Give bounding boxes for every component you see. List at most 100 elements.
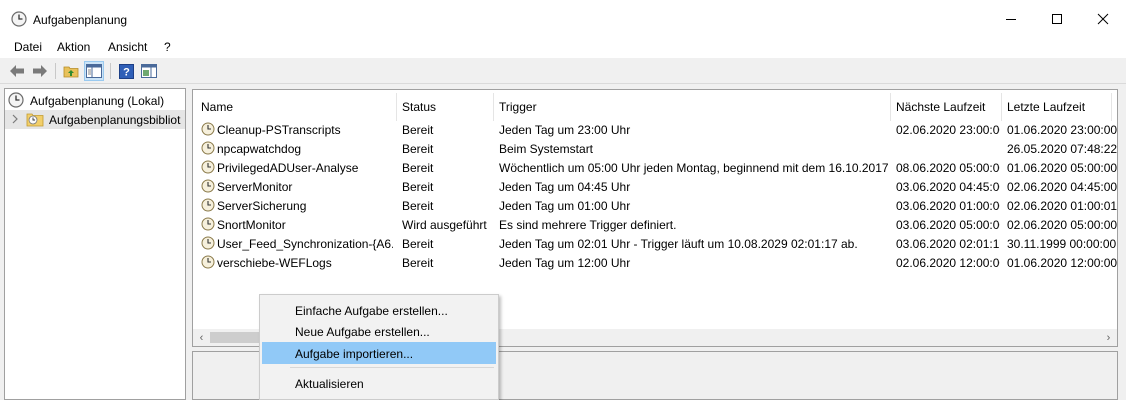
toolbar: ?	[0, 58, 1126, 84]
back-button[interactable]	[7, 61, 27, 81]
title-bar: Aufgabenplanung	[0, 0, 1126, 38]
table-row[interactable]: Cleanup-PSTranscripts Bereit Jeden Tag um …	[193, 120, 1117, 139]
cell-trigger: Jeden Tag um 23:00 Uhr	[499, 123, 631, 137]
task-clock-icon	[201, 255, 215, 272]
task-scheduler-clock-icon	[11, 11, 27, 27]
task-clock-icon	[201, 198, 215, 215]
cell-name: PrivilegedADUser-Analyse	[217, 161, 359, 175]
scroll-left-arrow-icon[interactable]: ‹	[193, 329, 210, 346]
cell-last-run: 01.06.2020 05:00:00	[1007, 161, 1117, 175]
close-icon	[1097, 13, 1109, 25]
help-button[interactable]: ?	[116, 61, 136, 81]
tree-item-root[interactable]: Aufgabenplanung (Lokal)	[5, 91, 185, 110]
cell-next-run: 03.06.2020 01:00:00	[896, 199, 1000, 213]
cell-last-run: 01.06.2020 23:00:00	[1007, 123, 1117, 137]
cell-status: Bereit	[402, 161, 434, 175]
menu-item-import-task[interactable]: Aufgabe importieren...	[262, 342, 496, 364]
maximize-icon	[1052, 14, 1062, 24]
menu-item-label: Aufgabe importieren...	[295, 347, 414, 361]
menu-item-refresh[interactable]: Aktualisieren	[262, 372, 496, 394]
chevron-right-icon[interactable]	[11, 113, 19, 128]
show-hide-console-tree-button[interactable]	[84, 61, 104, 81]
context-menu: Einfache Aufgabe erstellen... Neue Aufga…	[259, 294, 499, 400]
cell-next-run: 03.06.2020 05:00:00	[896, 218, 1000, 232]
menu-bar: Datei Aktion Ansicht ?	[0, 38, 1126, 58]
table-row[interactable]: PrivilegedADUser-Analyse Bereit Wöchentlic…	[193, 158, 1117, 177]
window-title: Aufgabenplanung	[33, 13, 128, 27]
close-button[interactable]	[1080, 0, 1126, 38]
task-clock-icon	[201, 122, 215, 139]
table-row[interactable]: User_Feed_Synchronization-{A6... Bereit Je…	[193, 234, 1117, 253]
menu-item-create-task[interactable]: Neue Aufgabe erstellen...	[262, 320, 496, 342]
cell-last-run: 26.05.2020 07:48:22	[1007, 142, 1117, 156]
cell-next-run: 02.06.2020 12:00:00	[896, 256, 1000, 270]
table-row[interactable]: ServerSicherung Bereit Jeden Tag um 01:00 …	[193, 196, 1117, 215]
window-edge	[1118, 84, 1126, 400]
menu-aktion[interactable]: Aktion	[57, 40, 90, 54]
cell-last-run: 02.06.2020 05:00:00	[1007, 218, 1117, 232]
task-clock-icon	[201, 236, 215, 253]
table-row[interactable]: ServerMonitor Bereit Jeden Tag um 04:45 Uh…	[193, 177, 1117, 196]
cell-status: Bereit	[402, 237, 434, 251]
column-divider[interactable]	[396, 93, 397, 121]
toolbar-separator	[110, 63, 111, 79]
column-divider[interactable]	[890, 93, 891, 121]
menu-item-create-basic-task[interactable]: Einfache Aufgabe erstellen...	[262, 299, 496, 321]
cell-status: Bereit	[402, 142, 434, 156]
cell-name: npcapwatchdog	[217, 142, 302, 156]
table-row[interactable]: npcapwatchdog Bereit Beim Systemstart 26.05…	[193, 139, 1117, 158]
maximize-button[interactable]	[1034, 0, 1080, 38]
minimize-button[interactable]	[988, 0, 1034, 38]
cell-trigger: Beim Systemstart	[499, 142, 594, 156]
menu-help[interactable]: ?	[164, 40, 171, 54]
column-header-status[interactable]: Status	[402, 100, 436, 114]
table-row[interactable]: SnortMonitor Wird ausgeführt Es sind mehre…	[193, 215, 1117, 234]
column-divider[interactable]	[1001, 93, 1002, 121]
action-pane-button[interactable]	[139, 61, 159, 81]
task-clock-icon	[201, 160, 215, 177]
menu-item-label: Neue Aufgabe erstellen...	[295, 325, 430, 339]
tree-item-library[interactable]: Aufgabenplanungsbibliot	[5, 110, 185, 129]
menu-item-label: Aktualisieren	[295, 377, 364, 391]
task-clock-icon	[201, 141, 215, 158]
cell-last-run: 30.11.1999 00:00:00	[1007, 237, 1117, 251]
menu-ansicht[interactable]: Ansicht	[108, 40, 147, 54]
cell-name: Cleanup-PSTranscripts	[217, 123, 341, 137]
cell-trigger: Wöchentlich um 05:00 Uhr jeden Montag, b…	[499, 161, 889, 175]
cell-trigger: Es sind mehrere Trigger definiert.	[499, 218, 677, 232]
forward-button[interactable]	[30, 61, 50, 81]
forward-arrow-icon	[33, 65, 47, 77]
console-tree: Aufgabenplanung (Lokal) Aufgabenplanungs…	[4, 88, 186, 400]
toolbar-separator	[55, 63, 56, 79]
table-row[interactable]: verschiebe-WEFLogs Bereit Jeden Tag um 12:…	[193, 253, 1117, 272]
column-divider[interactable]	[1111, 93, 1112, 121]
cell-trigger: Jeden Tag um 04:45 Uhr	[499, 180, 631, 194]
clock-icon	[8, 92, 24, 111]
cell-last-run: 02.06.2020 01:00:01	[1007, 199, 1117, 213]
help-icon: ?	[118, 63, 134, 79]
column-header-trigger[interactable]: Trigger	[499, 100, 537, 114]
cell-last-run: 01.06.2020 12:00:00	[1007, 256, 1117, 270]
table-header: Name Status Trigger Nächste Laufzeit Let…	[193, 90, 1117, 123]
column-header-last-run[interactable]: Letzte Laufzeit	[1007, 100, 1085, 114]
cell-trigger: Jeden Tag um 02:01 Uhr - Trigger läuft u…	[499, 237, 858, 251]
cell-name: SnortMonitor	[217, 218, 286, 232]
column-divider[interactable]	[493, 93, 494, 121]
cell-trigger: Jeden Tag um 01:00 Uhr	[499, 199, 631, 213]
menu-datei[interactable]: Datei	[14, 40, 42, 54]
tree-item-root-label: Aufgabenplanung (Lokal)	[30, 94, 165, 108]
up-folder-icon	[63, 66, 79, 78]
action-pane-icon	[141, 64, 157, 78]
tree-item-library-label: Aufgabenplanungsbibliot	[49, 113, 181, 127]
scroll-right-arrow-icon[interactable]: ›	[1100, 329, 1117, 346]
menu-item-label: Einfache Aufgabe erstellen...	[295, 304, 448, 318]
up-folder-button[interactable]	[61, 61, 81, 81]
cell-name: verschiebe-WEFLogs	[217, 256, 332, 270]
menu-separator	[290, 367, 494, 368]
folder-clock-icon	[26, 111, 44, 130]
cell-trigger: Jeden Tag um 12:00 Uhr	[499, 256, 631, 270]
cell-status: Bereit	[402, 256, 434, 270]
column-header-next-run[interactable]: Nächste Laufzeit	[896, 100, 985, 114]
scrollbar-thumb[interactable]	[210, 332, 260, 343]
column-header-name[interactable]: Name	[201, 100, 233, 114]
